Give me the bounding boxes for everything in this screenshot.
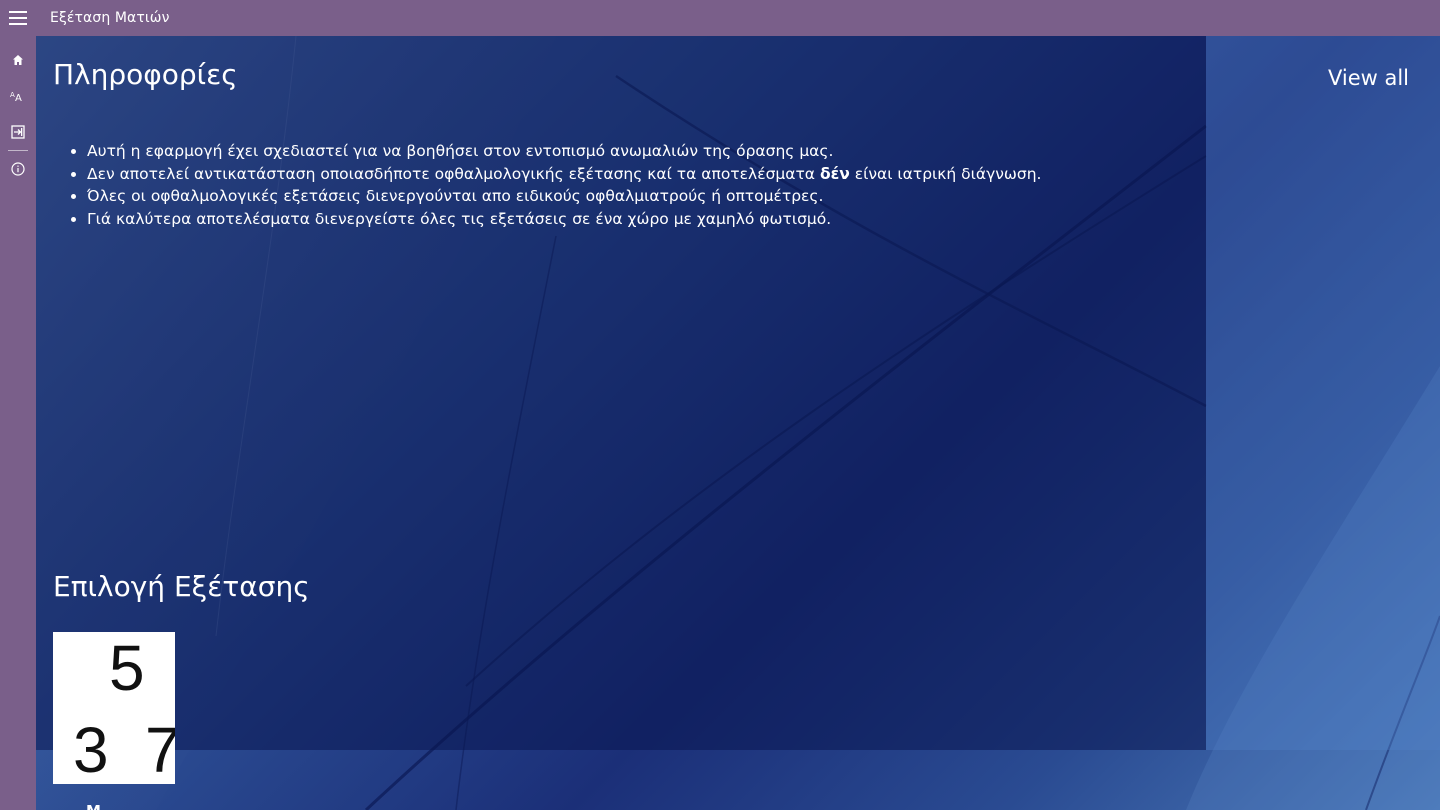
app-title: Εξέταση Ματιών [50, 10, 170, 26]
info-list: Αυτή η εφαρμογή έχει σχεδιαστεί για να β… [70, 140, 1197, 230]
list-item: Δεν αποτελεί αντικατάσταση οποιασδήποτε … [87, 163, 1197, 186]
svg-text:A: A [15, 93, 22, 102]
hamburger-menu-button[interactable] [0, 0, 36, 36]
home-icon [13, 55, 23, 65]
info-icon [11, 162, 25, 176]
tile-digit: 7 [145, 714, 175, 784]
rail-item-exit[interactable] [0, 114, 36, 150]
view-all-link[interactable]: View all [1328, 66, 1409, 90]
nav-rail: A A [0, 36, 36, 810]
list-item-text: Δεν αποτελεί αντικατάσταση οποιασδήποτε … [87, 164, 820, 183]
list-item: Όλες οι οφθαλμολογικές εξετάσεις διενεργ… [87, 185, 1197, 208]
main-content: Πληροφορίες View all Αυτή η εφαρμογή έχε… [36, 36, 1440, 810]
sign-out-icon [11, 125, 25, 139]
info-title: Πληροφορίες [53, 58, 238, 91]
color-blindness-test-tile[interactable]: 5 3 7 [53, 632, 175, 784]
title-bar: Εξέταση Ματιών [0, 0, 1440, 36]
tile-digit: 3 [73, 714, 109, 784]
rail-item-about[interactable] [0, 151, 36, 187]
list-item-bold-text: δέν [819, 164, 850, 183]
tests-section-title: Επιλογή Εξέτασης [53, 570, 310, 603]
hamburger-icon [9, 9, 27, 27]
rail-item-font[interactable]: A A [0, 78, 36, 114]
rail-item-home[interactable] [0, 42, 36, 78]
tile-digit: 5 [109, 632, 145, 704]
app-window: Εξέταση Ματιών A A Πληροφορίες View all … [0, 0, 1440, 810]
list-item: Γιά καλύτερα αποτελέσματα διενεργείστε ό… [87, 208, 1197, 231]
right-strip [1206, 36, 1440, 750]
list-item-text: είναι ιατρική διάγνωση. [849, 164, 1042, 183]
tile-caption: Μ... [86, 802, 118, 810]
font-size-icon: A A [10, 91, 22, 102]
list-item: Αυτή η εφαρμογή έχει σχεδιαστεί για να β… [87, 140, 1197, 163]
